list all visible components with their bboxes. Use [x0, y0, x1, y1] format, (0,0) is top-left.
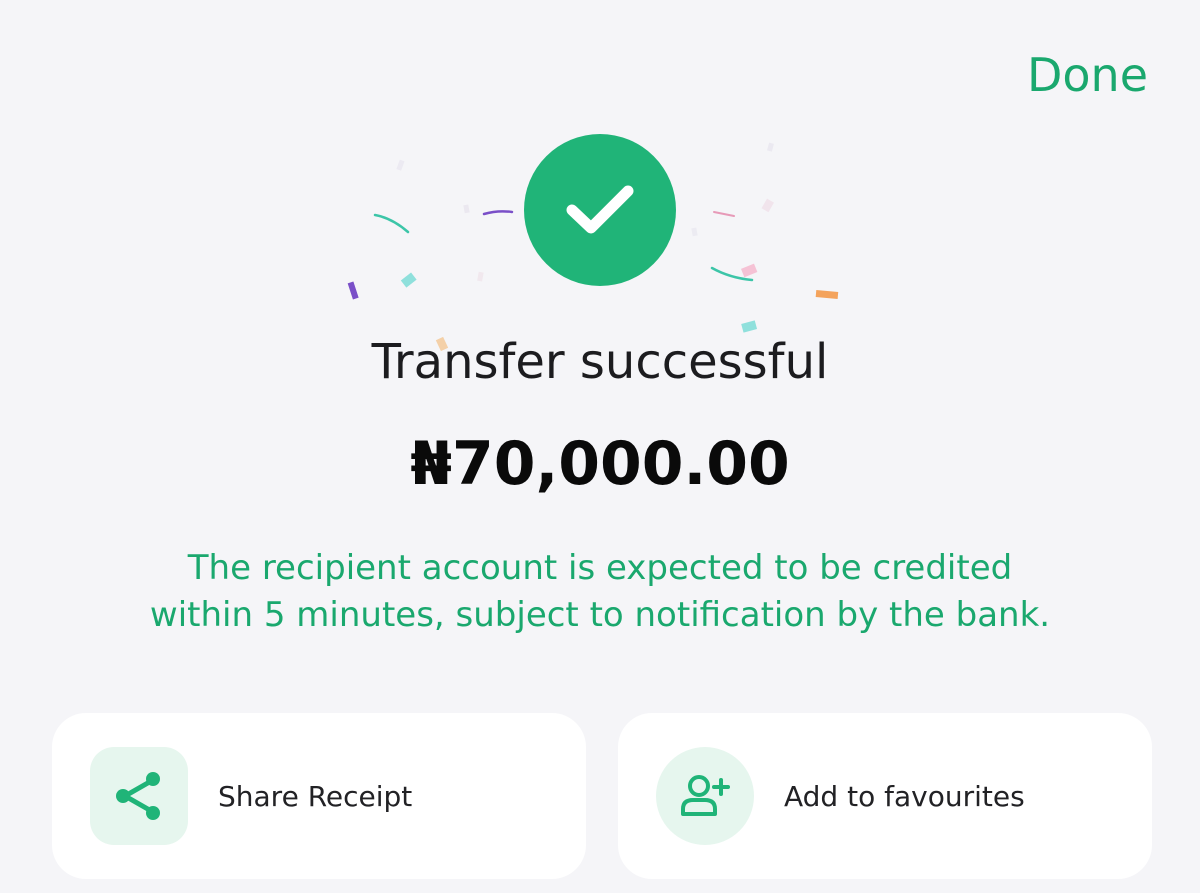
share-icon: [116, 772, 160, 820]
share-icon-box: [90, 747, 188, 845]
add-user-icon: [681, 775, 730, 816]
share-receipt-button[interactable]: Share Receipt: [52, 713, 586, 879]
add-to-favourites-label: Add to favourites: [784, 779, 1025, 813]
add-user-icon-box: [656, 747, 754, 845]
add-to-favourites-button[interactable]: Add to favourites: [618, 713, 1152, 879]
status-title: Transfer successful: [371, 334, 829, 390]
success-check-badge: [524, 134, 676, 286]
credit-notice: The recipient account is expected to be …: [149, 548, 1051, 635]
checkmark-icon: [566, 185, 634, 234]
share-receipt-label: Share Receipt: [218, 779, 413, 813]
transfer-amount: ₦70,000.00: [410, 429, 790, 499]
